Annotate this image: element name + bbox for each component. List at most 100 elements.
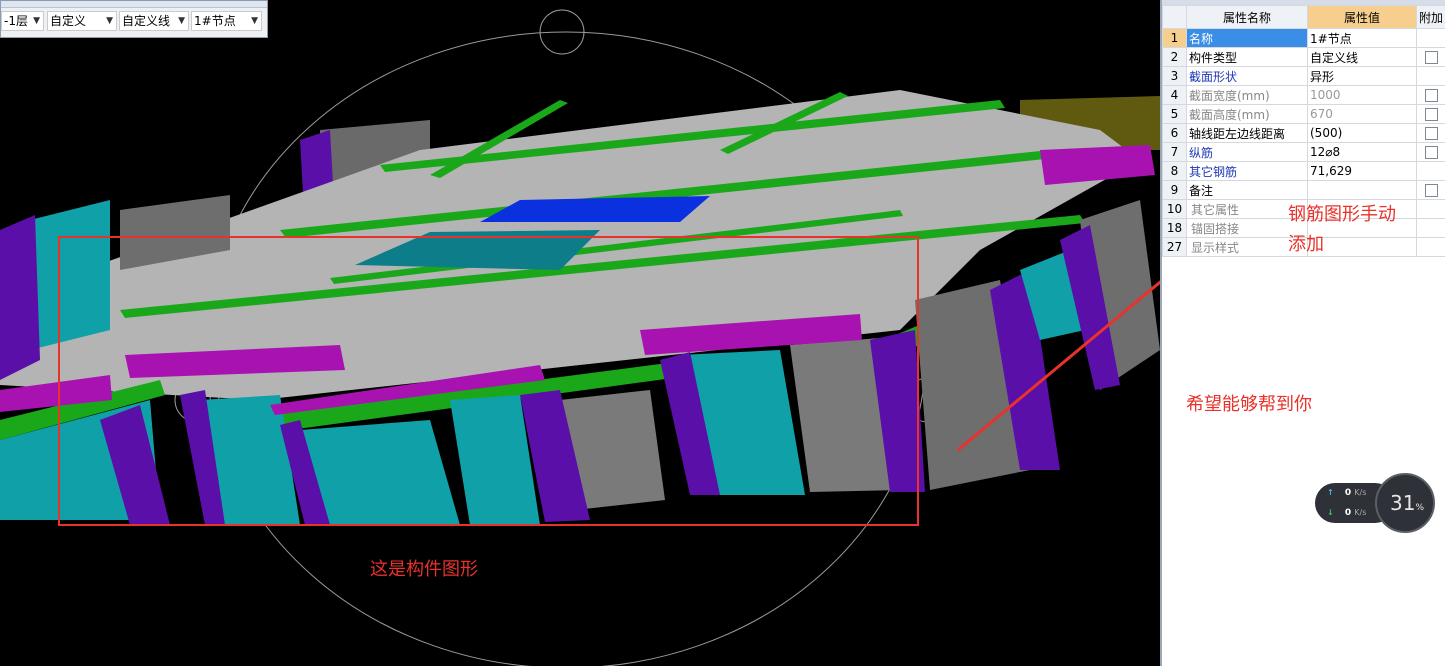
extra-checkbox[interactable] xyxy=(1424,146,1438,159)
cap-magenta-4 xyxy=(1040,145,1155,185)
extra-cell xyxy=(1416,218,1445,238)
row-number: 8 xyxy=(1162,161,1187,181)
extra-cell xyxy=(1416,180,1445,200)
row-number: 9 xyxy=(1162,180,1187,200)
row-number: 18 xyxy=(1162,218,1187,238)
chevron-down-icon: ▼ xyxy=(106,16,113,26)
row-number: 4 xyxy=(1162,85,1187,105)
extra-cell xyxy=(1416,85,1445,105)
property-name-text: 名称 xyxy=(1189,31,1214,46)
property-value[interactable]: 1#节点 xyxy=(1307,28,1417,48)
extra-cell xyxy=(1416,28,1445,48)
property-value[interactable]: 12⌀8 xyxy=(1307,142,1417,162)
property-value[interactable]: 1000 xyxy=(1307,85,1417,105)
property-name-text: 截面形状 xyxy=(1189,69,1238,84)
header-property-value[interactable]: 属性值 xyxy=(1307,5,1417,29)
property-name-text: 截面高度(mm) xyxy=(1189,107,1270,122)
extra-cell xyxy=(1416,123,1445,143)
property-row[interactable]: 9 备注 xyxy=(1162,180,1445,200)
category-select-value: 自定义 xyxy=(50,14,87,28)
property-row[interactable]: 2 构件类型 自定义线 xyxy=(1162,47,1445,67)
property-name[interactable]: 截面形状 xyxy=(1186,66,1308,86)
chevron-down-icon: ▼ xyxy=(33,16,40,26)
property-value[interactable]: 异形 xyxy=(1307,66,1417,86)
property-name[interactable]: 名称 xyxy=(1186,28,1308,48)
property-name-text: 截面宽度(mm) xyxy=(1189,88,1270,103)
upload-unit: K/s xyxy=(1354,488,1367,497)
3d-viewport[interactable]: -1层 ▼ 自定义 ▼ 自定义线 ▼ 1#节点 ▼ 这是构件图形 xyxy=(0,0,1160,666)
component-select[interactable]: 1#节点 ▼ xyxy=(191,11,262,31)
extra-cell xyxy=(1416,142,1445,162)
floor-select[interactable]: -1层 ▼ xyxy=(1,11,44,31)
download-unit: K/s xyxy=(1354,508,1367,517)
property-value[interactable] xyxy=(1307,180,1417,200)
property-name[interactable]: 截面宽度(mm) xyxy=(1186,85,1308,105)
property-name-text: 其它属性 xyxy=(1191,202,1240,217)
header-corner xyxy=(1162,5,1187,29)
category-select[interactable]: 自定义 ▼ xyxy=(47,11,117,31)
rebar-note-line1: 钢筋图形手动 xyxy=(1288,204,1396,225)
property-name[interactable]: 截面高度(mm) xyxy=(1186,104,1308,124)
extra-cell xyxy=(1416,104,1445,124)
property-name-text: 其它钢筋 xyxy=(1189,164,1238,179)
component-select-value: 1#节点 xyxy=(194,14,236,28)
network-speed-widget[interactable]: ↑ 0 K/s ↓ 0 K/s 31% xyxy=(1315,473,1435,533)
row-number: 6 xyxy=(1162,123,1187,143)
type-select-value: 自定义线 xyxy=(122,14,171,28)
extra-cell xyxy=(1416,237,1445,257)
wall-left-purple xyxy=(0,215,40,380)
memory-usage-percent: 31% xyxy=(1377,491,1437,515)
property-row[interactable]: 1 名称 1#节点 xyxy=(1162,28,1445,48)
property-row[interactable]: 6 轴线距左边线距离 (500) xyxy=(1162,123,1445,143)
extra-cell xyxy=(1416,161,1445,181)
component-toolbar: -1层 ▼ 自定义 ▼ 自定义线 ▼ 1#节点 ▼ xyxy=(0,0,268,38)
grid-header-row: 属性名称 属性值 附加 xyxy=(1162,5,1445,29)
extra-cell xyxy=(1416,47,1445,67)
property-name[interactable]: 纵筋 xyxy=(1186,142,1308,162)
extra-checkbox[interactable] xyxy=(1424,184,1438,197)
header-extra[interactable]: 附加 xyxy=(1416,5,1445,29)
extra-checkbox[interactable] xyxy=(1424,89,1438,102)
extra-checkbox[interactable] xyxy=(1424,127,1438,140)
upload-speed: 0 xyxy=(1344,488,1352,498)
row-number: 3 xyxy=(1162,66,1187,86)
header-property-name[interactable]: 属性名称 xyxy=(1186,5,1308,29)
extra-cell xyxy=(1416,66,1445,86)
memory-usage-circle[interactable]: 31% xyxy=(1375,473,1435,533)
property-row[interactable]: 8 其它钢筋 71,629 xyxy=(1162,161,1445,181)
property-row[interactable]: 5 截面高度(mm) 670 xyxy=(1162,104,1445,124)
percent-value: 31 xyxy=(1389,491,1416,515)
row-number: 7 xyxy=(1162,142,1187,162)
extra-cell xyxy=(1416,199,1445,219)
floor-select-value: -1层 xyxy=(4,14,28,28)
extra-checkbox[interactable] xyxy=(1424,108,1438,121)
row-number: 10 xyxy=(1162,199,1187,219)
hope-text: 希望能够帮到你 xyxy=(1186,394,1312,415)
property-name[interactable]: 其它钢筋 xyxy=(1186,161,1308,181)
property-name[interactable]: 备注 xyxy=(1186,180,1308,200)
property-name[interactable]: 轴线距左边线距离 xyxy=(1186,123,1308,143)
property-name-text: 纵筋 xyxy=(1189,145,1214,160)
property-row[interactable]: 3 截面形状 异形 xyxy=(1162,66,1445,86)
component-caption: 这是构件图形 xyxy=(370,559,478,580)
wall-left-teal xyxy=(30,200,110,350)
chevron-down-icon: ▼ xyxy=(251,16,258,26)
property-value[interactable]: (500) xyxy=(1307,123,1417,143)
upload-speed-row: ↑ 0 K/s xyxy=(1327,488,1366,498)
property-row[interactable]: 7 纵筋 12⌀8 xyxy=(1162,142,1445,162)
property-value[interactable]: 670 xyxy=(1307,104,1417,124)
property-row[interactable]: 4 截面宽度(mm) 1000 xyxy=(1162,85,1445,105)
percent-sign: % xyxy=(1415,503,1424,513)
type-select[interactable]: 自定义线 ▼ xyxy=(119,11,189,31)
extra-checkbox[interactable] xyxy=(1424,51,1438,64)
property-name[interactable]: 构件类型 xyxy=(1186,47,1308,67)
property-name-text: 显示样式 xyxy=(1191,240,1240,255)
rebar-note-line2: 添加 xyxy=(1288,234,1324,255)
property-value[interactable]: 自定义线 xyxy=(1307,47,1417,67)
3d-model-scene[interactable] xyxy=(0,0,1160,666)
row-number: 27 xyxy=(1162,237,1187,257)
download-speed-row: ↓ 0 K/s xyxy=(1327,508,1366,518)
download-speed: 0 xyxy=(1344,508,1352,518)
property-value[interactable]: 71,629 xyxy=(1307,161,1417,181)
row-number: 5 xyxy=(1162,104,1187,124)
